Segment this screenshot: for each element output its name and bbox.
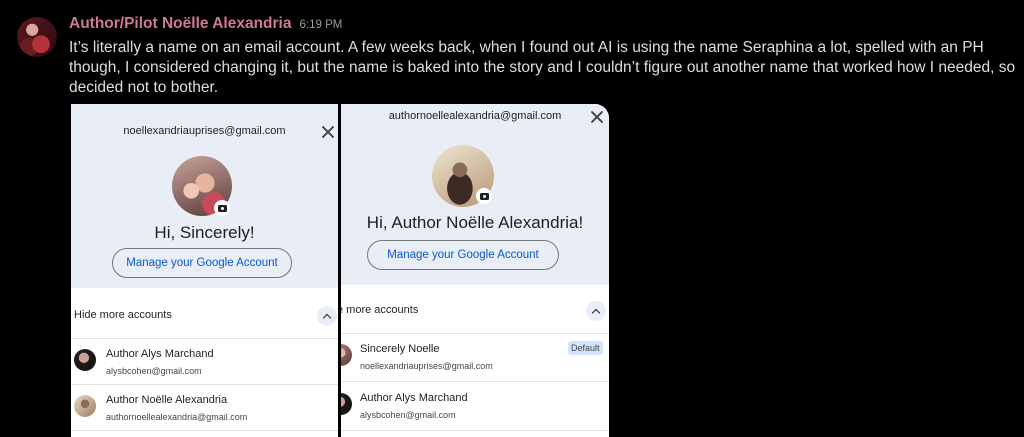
account-email: alysbcohen@gmail.com (106, 366, 202, 376)
account-header: authornoellealexandria@gmail.com Hi, Aut… (341, 104, 609, 285)
close-icon (321, 125, 335, 139)
default-badge: Default (568, 341, 603, 355)
user-avatar[interactable] (17, 17, 57, 57)
message-text: It’s literally a name on an email accoun… (69, 39, 1016, 96)
greeting: Hi, Sincerely! (154, 223, 255, 242)
username[interactable]: Author/Pilot Noëlle Alexandria (69, 15, 292, 33)
chevron-up-icon (317, 306, 337, 326)
hide-accounts-label: Hide more accounts (74, 309, 172, 321)
divider (341, 430, 609, 431)
current-account-email: noellexandriauprises@gmail.com (123, 125, 286, 137)
account-name: Author Alys Marchand (106, 348, 214, 360)
account-item: Author Alys Marchand alysbcohen@gmail.co… (341, 382, 609, 428)
hide-accounts-row: Hide more accounts (71, 296, 338, 338)
account-avatar (341, 393, 352, 415)
attachment-image-left[interactable]: noellexandriauprises@gmail.com Hi, Since… (71, 104, 338, 437)
greeting: Hi, Author Noëlle Alexandria! (366, 213, 584, 232)
account-name: Sincerely Noelle (360, 343, 440, 355)
account-header: noellexandriauprises@gmail.com Hi, Since… (71, 104, 338, 288)
divider (71, 430, 338, 431)
account-email: authornoellealexandria@gmail.com (106, 412, 248, 422)
account-avatar (341, 344, 352, 366)
manage-account-button: Manage your Google Account (112, 248, 292, 278)
account-item: Sincerely Noelle noellexandriauprises@gm… (341, 333, 609, 379)
account-avatar (74, 349, 96, 371)
account-name: Author Alys Marchand (360, 392, 468, 404)
account-email: alysbcohen@gmail.com (360, 410, 456, 420)
hide-accounts-label: e more accounts (341, 304, 419, 316)
account-email: noellexandriauprises@gmail.com (360, 361, 493, 371)
message-header: Author/Pilot Noëlle Alexandria 6:19 PM (69, 15, 342, 37)
account-item: Author Alys Marchand alysbcohen@gmail.co… (71, 338, 338, 384)
camera-icon (214, 200, 230, 216)
chevron-up-icon (586, 301, 606, 321)
attachment-image-right[interactable]: authornoellealexandria@gmail.com Hi, Aut… (341, 104, 609, 437)
account-name: Author Noëlle Alexandria (106, 394, 228, 406)
hide-accounts-row: e more accounts (341, 291, 609, 333)
timestamp: 6:19 PM (299, 19, 343, 31)
account-item: Author Noëlle Alexandria authornoelleale… (71, 384, 338, 430)
account-avatar (74, 395, 96, 417)
close-icon (590, 110, 604, 124)
manage-account-button: Manage your Google Account (367, 240, 559, 270)
current-account-email: authornoellealexandria@gmail.com (388, 110, 562, 122)
camera-icon (476, 188, 492, 204)
